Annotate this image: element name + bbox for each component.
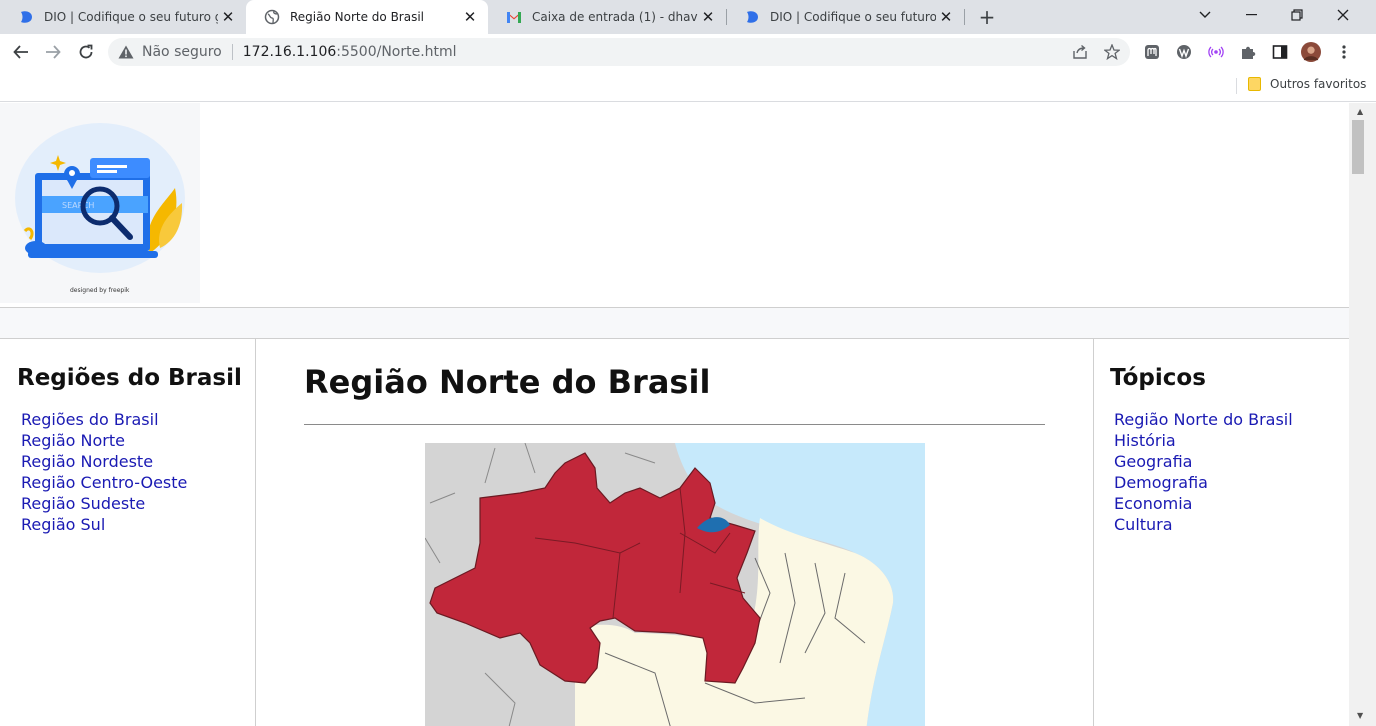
dio-favicon-icon	[744, 9, 760, 25]
other-bookmarks-folder[interactable]: Outros favoritos	[1248, 77, 1366, 91]
nav-link-sudeste[interactable]: Região Sudeste	[21, 493, 255, 514]
nav-link-sul[interactable]: Região Sul	[21, 514, 255, 535]
folder-label: Outros favoritos	[1270, 77, 1367, 91]
tab-separator	[964, 9, 965, 25]
tab-gmail[interactable]: Caixa de entrada (1) - dhavillecar ✕	[488, 0, 726, 34]
side-panel-icon[interactable]	[1270, 42, 1290, 62]
share-icon[interactable]	[1071, 43, 1089, 61]
page-viewport: SEARCH designed by freepik Regiões do Br…	[0, 103, 1349, 726]
bookmarks-separator	[1236, 78, 1237, 94]
new-tab-button[interactable]: +	[975, 5, 999, 29]
nav-link-regioes[interactable]: Regiões do Brasil	[21, 409, 255, 430]
tab-regiao-norte[interactable]: Região Norte do Brasil ✕	[246, 0, 488, 34]
forward-button[interactable]	[40, 39, 66, 65]
freepik-credit: designed by freepik	[70, 287, 130, 294]
main-content: Região Norte do Brasil	[256, 339, 1093, 726]
topic-link-historia[interactable]: História	[1114, 430, 1349, 451]
menu-kebab-icon[interactable]	[1334, 42, 1354, 62]
right-sidebar-heading: Tópicos	[1110, 365, 1206, 391]
gmail-icon	[506, 9, 522, 25]
tab-strip: DIO | Codifique o seu futuro glob ✕ Regi…	[0, 0, 1376, 34]
nav-bar	[0, 308, 1349, 339]
tab-search-icon[interactable]	[1182, 0, 1228, 30]
topic-link-cultura[interactable]: Cultura	[1114, 514, 1349, 535]
site-logo[interactable]: SEARCH designed by freepik	[0, 103, 200, 303]
wordpress-extension-icon[interactable]	[1174, 42, 1194, 62]
bookmark-star-icon[interactable]	[1103, 43, 1121, 61]
url-host: 172.16.1.106	[242, 44, 337, 60]
search-illustration: SEARCH	[15, 123, 185, 273]
restore-button[interactable]	[1274, 0, 1320, 30]
extensions-puzzle-icon[interactable]	[1238, 42, 1258, 62]
tab-dio-2[interactable]: DIO | Codifique o seu futuro glob ✕	[726, 0, 964, 34]
nav-link-centro-oeste[interactable]: Região Centro-Oeste	[21, 472, 255, 493]
tab-dio-1[interactable]: DIO | Codifique o seu futuro glob ✕	[0, 0, 246, 34]
globe-icon	[264, 9, 280, 25]
nav-link-nordeste[interactable]: Região Nordeste	[21, 451, 255, 472]
close-tab-icon[interactable]: ✕	[936, 7, 956, 27]
url-path: :5500/Norte.html	[336, 44, 457, 60]
site-header: SEARCH designed by freepik	[0, 103, 1349, 308]
url-text[interactable]: 172.16.1.106:5500/Norte.html	[243, 44, 457, 60]
address-bar[interactable]: Não seguro 172.16.1.106:5500/Norte.html	[108, 38, 1130, 66]
folder-icon	[1248, 77, 1261, 91]
search-label: SEARCH	[62, 201, 94, 210]
browser-chrome: DIO | Codifique o seu futuro glob ✕ Regi…	[0, 0, 1376, 103]
scroll-down-arrow-icon[interactable]: ▼	[1357, 711, 1363, 720]
broadcast-extension-icon[interactable]	[1206, 42, 1226, 62]
title-divider	[304, 424, 1045, 425]
back-button[interactable]	[8, 39, 34, 65]
mastodon-extension-icon[interactable]	[1142, 42, 1162, 62]
vertical-scrollbar[interactable]: ▲ ▼	[1349, 103, 1376, 726]
profile-avatar[interactable]	[1301, 42, 1321, 62]
nav-link-norte[interactable]: Região Norte	[21, 430, 255, 451]
topic-link-regiao-norte[interactable]: Região Norte do Brasil	[1114, 409, 1349, 430]
minimize-button[interactable]	[1228, 0, 1274, 30]
page-title: Região Norte do Brasil	[304, 363, 711, 401]
warning-icon[interactable]	[118, 44, 134, 60]
north-region-map	[425, 443, 925, 726]
left-sidebar: Regiões do Brasil Regiões do Brasil Regi…	[0, 339, 256, 726]
close-window-button[interactable]	[1320, 0, 1366, 30]
address-divider	[231, 44, 233, 60]
regions-nav: Regiões do Brasil Região Norte Região No…	[17, 409, 255, 535]
right-sidebar: Tópicos Região Norte do Brasil História …	[1093, 339, 1349, 726]
topic-link-demografia[interactable]: Demografia	[1114, 472, 1349, 493]
security-label[interactable]: Não seguro	[142, 44, 222, 60]
dio-favicon-icon	[18, 9, 34, 25]
browser-toolbar: Não seguro 172.16.1.106:5500/Norte.html	[0, 34, 1376, 70]
scroll-thumb[interactable]	[1352, 120, 1364, 174]
topic-link-geografia[interactable]: Geografia	[1114, 451, 1349, 472]
reload-button[interactable]	[73, 39, 99, 65]
close-tab-icon[interactable]: ✕	[698, 7, 718, 27]
close-tab-icon[interactable]: ✕	[460, 7, 480, 27]
topics-nav: Região Norte do Brasil História Geografi…	[1110, 409, 1349, 535]
left-sidebar-heading: Regiões do Brasil	[17, 365, 242, 391]
bookmarks-bar: Outros favoritos	[0, 70, 1376, 102]
scroll-up-arrow-icon[interactable]: ▲	[1357, 107, 1363, 116]
close-tab-icon[interactable]: ✕	[218, 7, 238, 27]
topic-link-economia[interactable]: Economia	[1114, 493, 1349, 514]
